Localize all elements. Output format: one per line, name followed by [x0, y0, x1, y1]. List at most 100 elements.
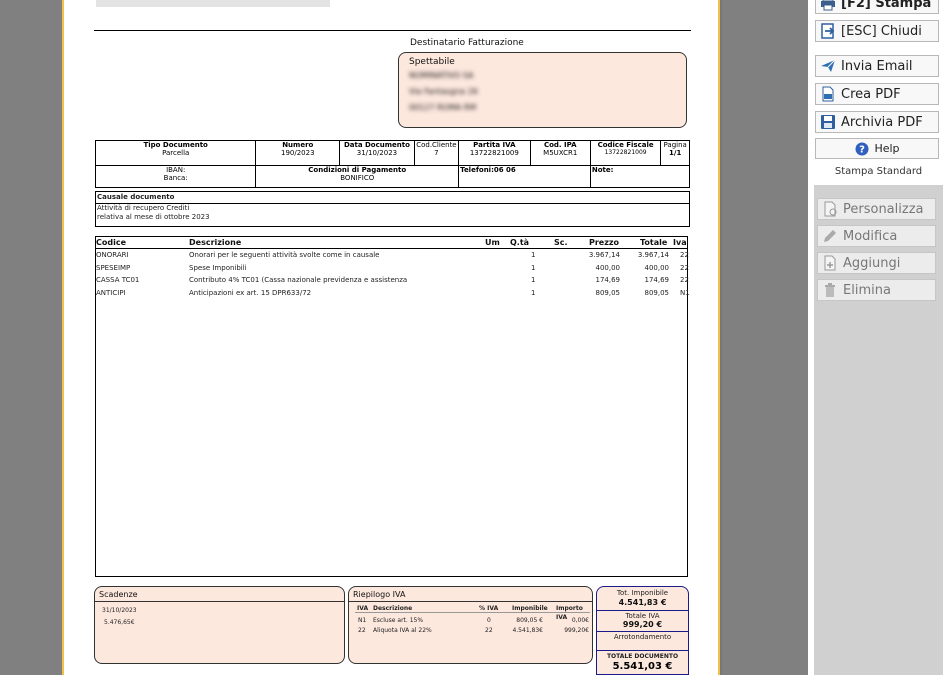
causale-line1: Attività di recupero Crediti [97, 204, 190, 212]
row-iva: 22 [680, 264, 689, 272]
r-imponibile: 4.541,83€ [512, 627, 543, 634]
help-button[interactable]: ? Help [815, 138, 939, 159]
data-value: 31/10/2023 [356, 149, 398, 157]
add-document-icon [822, 255, 838, 271]
h-tipo: Tipo Documento [143, 141, 208, 149]
iban-label: IBAN: [166, 166, 186, 174]
scadenze-box: Scadenze 31/10/2023 5.476,65€ [94, 586, 345, 664]
h-codice: Codice [96, 238, 127, 247]
r-perc: 0 [487, 617, 491, 624]
totals-box: Tot. Imponibile 4.541,83 € Totale IVA 99… [596, 586, 689, 675]
row-codice: ANTICIPI [96, 289, 126, 297]
riepilogo-divider [349, 601, 592, 602]
r-importo: 999,20€ [564, 627, 589, 634]
add-button[interactable]: Aggiungi [817, 252, 936, 274]
send-email-button[interactable]: Invia Email [815, 55, 939, 77]
delete-label: Elimina [843, 282, 891, 298]
row-codice: SPESEIMP [96, 264, 131, 272]
customize-label: Personalizza [843, 201, 924, 217]
scadenze-divider [95, 601, 344, 602]
row-totale: 3.967,14 [637, 251, 669, 259]
h-cod-cliente: Cod.Cliente [416, 141, 457, 149]
row-descrizione: Onorari per le seguenti attività svolte … [189, 251, 380, 259]
iva-value: 999,20 € [622, 620, 663, 629]
condizioni-value: BONIFICO [340, 174, 375, 182]
row-iva: 22 [680, 276, 689, 284]
row-totale: 809,05 [644, 289, 670, 297]
scadenze-title: Scadenze [99, 590, 138, 599]
row-descrizione: Contributo 4% TC01 (Cassa nazionale prev… [189, 276, 408, 284]
r-iva: N1 [358, 617, 367, 624]
archive-pdf-button[interactable]: Archivia PDF [815, 111, 939, 133]
imponibile-label: Tot. Imponibile [616, 589, 669, 597]
h-qta: Q.tà [510, 238, 530, 247]
telefoni: Telefoni:06 06 [460, 166, 516, 174]
items-header-divider [96, 248, 687, 249]
totals-divider-3 [597, 650, 688, 651]
help-icon: ? [854, 141, 870, 157]
h-totale: Totale [640, 238, 668, 247]
totals-divider-2 [597, 631, 688, 632]
row-iva: N1 [680, 289, 690, 297]
cod-cliente-value: 7 [434, 149, 439, 157]
row-descrizione: Anticipazioni ex art. 15 DPR633/72 [189, 289, 312, 297]
h-data: Data Documento [343, 141, 410, 149]
r-iva: 22 [358, 627, 366, 634]
arrotondamento-label: Arrotondamento [613, 633, 672, 641]
customize-button[interactable]: Personalizza [817, 198, 936, 220]
documento-value: 5.541,03 € [612, 661, 673, 672]
documento-label: TOTALE DOCUMENTO [606, 653, 679, 660]
row-codice: ONORARI [96, 251, 129, 259]
exit-icon [820, 23, 836, 39]
causale-label: Causale documento [97, 193, 175, 201]
printer-icon [820, 0, 836, 11]
customize-icon [822, 201, 838, 217]
delete-button[interactable]: Elimina [817, 279, 936, 301]
row-totale: 174,69 [644, 276, 670, 284]
spettabile-label: Spettabile [409, 57, 455, 67]
scadenza-amount: 5.476,65€ [104, 619, 135, 626]
cf-value: 13722821009 [604, 149, 647, 156]
h-condizioni: Condizioni di Pagamento [308, 166, 407, 174]
totals-divider-1 [597, 610, 688, 611]
edit-button[interactable]: Modifica [817, 225, 936, 247]
row-codice: CASSA TC01 [96, 276, 140, 284]
r-descrizione: Aliquota IVA al 22% [373, 627, 432, 634]
logo-placeholder [96, 0, 330, 7]
r-importo: 0,00€ [571, 617, 589, 624]
recipient-city: 00127 ROMA RM [409, 103, 477, 112]
row-prezzo: 3.967,14 [588, 251, 620, 259]
archive-pdf-label: Archivia PDF [841, 114, 923, 130]
riepilogo-box: Riepilogo IVA IVA Descrizione % IVA Impo… [348, 586, 593, 664]
h-prezzo: Prezzo [589, 238, 620, 247]
recipient-title: Destinatario Fatturazione [410, 38, 524, 48]
help-label: Help [874, 142, 900, 155]
h-cf: Codice Fiscale [597, 141, 654, 149]
h-descrizione: Descrizione [189, 238, 242, 247]
scadenza-date: 31/10/2023 [102, 607, 137, 614]
r-descrizione: Escluse art. 15% [373, 617, 424, 624]
document-header-table: Tipo Documento Parcella Numero 190/2023 Da… [94, 140, 691, 188]
tipo-value: Parcella [162, 149, 190, 157]
h-pagina: Pagina [663, 141, 687, 149]
imponibile-value: 4.541,83 € [618, 598, 667, 607]
h-numero: Numero [282, 141, 314, 149]
h-um: Um [485, 238, 500, 247]
riepilogo-title: Riepilogo IVA [353, 590, 406, 599]
recipient-box: Spettabile NOMINATIVO SA Via Fantasgna 2… [398, 52, 687, 128]
h-iva: Iva [673, 238, 687, 247]
create-pdf-button[interactable]: Crea PDF [815, 83, 939, 105]
note-label: Note: [591, 166, 614, 174]
items-table: Codice Descrizione Um Q.tà Sc. Prezzo To… [95, 236, 690, 577]
close-button[interactable]: [ESC] Chiudi [815, 20, 939, 42]
row-qta: 1 [531, 276, 536, 284]
print-button[interactable]: [F2] Stampa [815, 0, 939, 14]
left-background [0, 0, 62, 675]
header-divider [94, 30, 691, 31]
row-prezzo: 809,05 [595, 289, 621, 297]
trash-icon [822, 282, 838, 298]
edit-label: Modifica [843, 228, 898, 244]
pdf-icon [820, 86, 836, 102]
send-email-label: Invia Email [841, 58, 913, 74]
causale-box: Causale documento Attività di recupero C… [95, 191, 690, 227]
